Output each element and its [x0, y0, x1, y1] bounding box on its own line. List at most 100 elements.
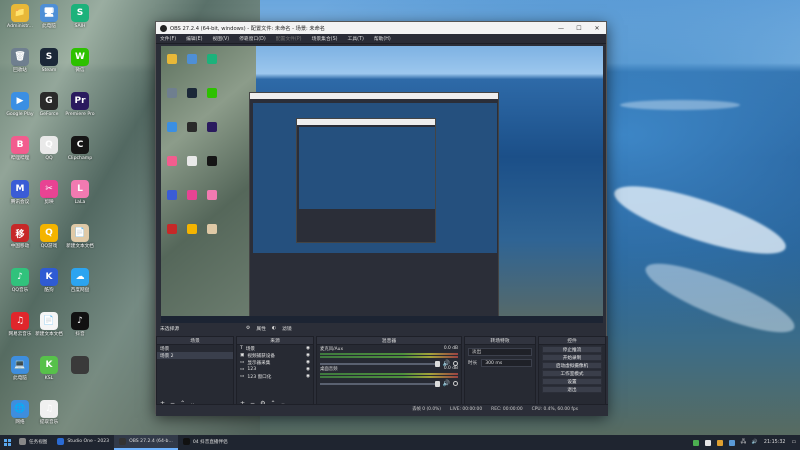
desktop-icon[interactable]: C Clipchamp — [63, 136, 97, 161]
desktop-icon[interactable]: K 酷狗 — [32, 268, 66, 293]
minimize-icon[interactable]: — — [552, 22, 570, 34]
eye-icon[interactable]: ◉ — [306, 374, 310, 379]
desktop-icon[interactable]: 📄 新建文本文档 — [32, 312, 66, 337]
maximize-icon[interactable]: ☐ — [570, 22, 588, 34]
menu-file[interactable]: 文件(F) — [160, 35, 176, 42]
desktop-icon[interactable]: ✂ 剪映 — [32, 180, 66, 205]
tray-icon[interactable] — [704, 439, 711, 446]
obs-titlebar[interactable]: OBS 27.2.4 (64-bit, windows) - 配置文件: 未命名… — [156, 22, 606, 34]
menu-tools[interactable]: 工具(T) — [348, 35, 364, 42]
app-icon: ✂ — [40, 180, 58, 198]
desktop-icon[interactable]: 📄 新建文本文档 — [63, 224, 97, 249]
taskbar-item[interactable]: 04 抖音直播伴侣 — [178, 435, 233, 450]
tray-icon[interactable] — [716, 439, 723, 446]
tray-icon[interactable] — [692, 439, 699, 446]
app-icon: 📁 — [11, 4, 29, 22]
tray-icon[interactable] — [728, 439, 735, 446]
scene-item[interactable]: 场景 2 — [157, 352, 233, 359]
source-item[interactable]: T 场景 ◉ — [237, 345, 313, 352]
desktop-icon[interactable]: Q QQ — [32, 136, 66, 161]
desktop-icon[interactable]: Pr Premiere Pro — [63, 92, 97, 117]
desktop-icon[interactable]: 🖥 此电脑 — [32, 4, 66, 29]
source-item[interactable]: ▭ 123 窗口化 ◉ — [237, 373, 313, 380]
gear-icon[interactable] — [453, 381, 458, 386]
app-icon: 📄 — [40, 312, 58, 330]
desktop-icon-label: QQ — [45, 156, 53, 161]
app-icon: S — [40, 48, 58, 66]
desktop-icon[interactable]: ☁ 百度网盘 — [63, 268, 97, 293]
eye-icon[interactable]: ◉ — [306, 367, 310, 372]
volume-knob[interactable] — [434, 380, 440, 387]
desktop-icon-label: 哔哩哔哩 — [10, 156, 30, 161]
stop-streaming-button[interactable]: 停止推流 — [542, 346, 602, 353]
notification-icon[interactable]: ▭ — [791, 440, 796, 445]
desktop-icon-label: KSL — [44, 376, 54, 381]
speaker-icon[interactable]: 🔊 — [443, 380, 450, 387]
exit-button[interactable]: 退出 — [542, 386, 602, 393]
preview-icon — [187, 156, 197, 166]
desktop-icon[interactable]: W 微信 — [63, 48, 97, 73]
volume-slider[interactable] — [320, 360, 440, 367]
scene-item[interactable]: 场景 — [157, 345, 233, 352]
desktop-icon-label: 酷狗 — [44, 288, 54, 293]
taskbar-apps: 任务视图 Studio One - 2023 OBS 27.2.4 (64-b...… — [14, 435, 233, 450]
clock[interactable]: 21:15:32 — [764, 440, 786, 445]
source-item[interactable]: ▣ 视频捕获设备 ◉ — [237, 352, 313, 359]
network-icon[interactable]: 🖧 — [741, 439, 746, 447]
desktop-icon[interactable]: S SAIH — [63, 4, 97, 29]
properties-button[interactable]: 属性 — [256, 325, 266, 332]
app-icon: 🌐 — [11, 400, 29, 418]
desktop-icon-label: QQ游戏 — [40, 244, 58, 249]
menu-view[interactable]: 视图(V) — [212, 35, 229, 42]
transition-select[interactable]: 淡出 — [468, 348, 532, 356]
app-icon: 🖥 — [40, 4, 58, 22]
start-button[interactable] — [0, 435, 14, 450]
desktop-icon-label: Administr... — [7, 24, 33, 29]
desktop-icon-label: 剪映 — [44, 200, 54, 205]
desktop-icon[interactable]: K KSL — [32, 356, 66, 381]
menu-profile[interactable]: 配置文件(P) — [276, 35, 302, 42]
start-virtual-camera-button[interactable]: 启动虚拟摄像机 — [542, 362, 602, 369]
wallpaper-wave — [639, 251, 800, 345]
volume-slider[interactable] — [320, 380, 440, 387]
menu-help[interactable]: 帮助(H) — [374, 35, 391, 42]
eye-icon[interactable]: ◉ — [306, 346, 310, 351]
desktop-icon[interactable] — [63, 356, 97, 376]
source-item[interactable]: ▭ 123 ◉ — [237, 366, 313, 373]
desktop-icon-label: 新建文本文档 — [66, 244, 94, 249]
filters-button[interactable]: 滤镜 — [282, 325, 292, 332]
menu-edit[interactable]: 编辑(E) — [186, 35, 202, 42]
settings-button[interactable]: 设置 — [542, 378, 602, 385]
menu-scene-collection[interactable]: 场景集合(S) — [312, 35, 338, 42]
desktop-icon[interactable]: L LaLa — [63, 180, 97, 205]
app-icon: ☁ — [71, 268, 89, 286]
volume-icon[interactable]: 🔊 — [752, 440, 758, 445]
preview-icon — [167, 190, 177, 200]
desktop-icon-label: 新建文本文档 — [35, 332, 63, 337]
gear-icon[interactable]: ⚙ — [246, 326, 250, 331]
eye-icon[interactable]: ◉ — [306, 353, 310, 358]
volume-knob[interactable] — [434, 360, 440, 367]
close-icon[interactable]: ✕ — [588, 22, 606, 34]
desktop-icon[interactable]: ♫ 提取音乐 — [32, 400, 66, 425]
taskbar-item[interactable]: Studio One - 2023 — [52, 435, 114, 450]
source-item[interactable]: ▭ 显示器采集 ◉ — [237, 359, 313, 366]
desktop-icon[interactable]: G GeForce — [32, 92, 66, 117]
studio-mode-button[interactable]: 工作室模式 — [542, 370, 602, 377]
filter-icon[interactable]: ◐ — [272, 326, 276, 331]
eye-icon[interactable]: ◉ — [306, 360, 310, 365]
preview-icon — [207, 156, 217, 166]
desktop-icon[interactable]: S Steam — [32, 48, 66, 73]
taskbar-item[interactable]: 任务视图 — [14, 435, 52, 450]
desktop-icon[interactable]: Q QQ游戏 — [32, 224, 66, 249]
start-recording-button[interactable]: 开始录制 — [542, 354, 602, 361]
app-icon: ♫ — [40, 400, 58, 418]
duration-input[interactable]: 300 ms — [481, 359, 532, 367]
desktop-icon-label: 此电脑 — [13, 376, 27, 381]
taskbar-item[interactable]: OBS 27.2.4 (64-b... — [114, 435, 178, 450]
desktop-icon-label: SAIH — [74, 24, 86, 29]
obs-preview-canvas[interactable] — [161, 46, 603, 323]
rec-timer: REC: 00:00:00 — [491, 406, 523, 412]
desktop-icon[interactable]: ♪ 抖音 — [63, 312, 97, 337]
menu-docks[interactable]: 停靠窗口(D) — [239, 35, 266, 42]
